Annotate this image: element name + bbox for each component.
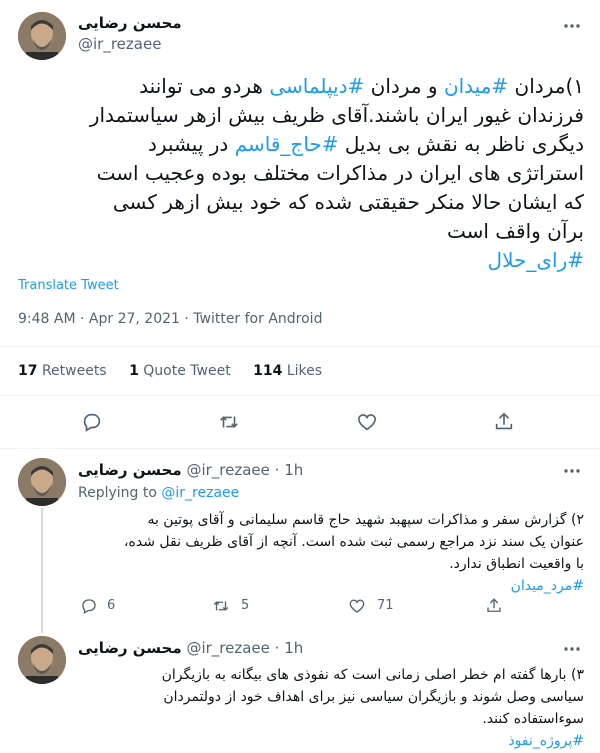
- divider: [0, 346, 600, 347]
- reply-line: سیاسی وصل شوند و بازیگران سیاسی نیز برای…: [163, 689, 584, 705]
- quote-tweets-stat[interactable]: 1 Quote Tweet: [129, 363, 231, 379]
- reply-icon[interactable]: [78, 595, 100, 617]
- reply-body: ۲) گزارش سفر و مذاکرات سپهبد شهید حاج قا…: [78, 509, 584, 597]
- share-icon[interactable]: [492, 410, 516, 434]
- tweet-stats: 17 Retweets 1 Quote Tweet 114 Likes: [18, 363, 322, 379]
- author-name[interactable]: محسن رضایی: [78, 14, 182, 32]
- divider: [0, 448, 600, 449]
- more-options-icon[interactable]: [562, 16, 582, 36]
- share-icon[interactable]: [483, 595, 505, 617]
- tweet-line-1: ۱)مردان #میدان و مردان #دیپلماسی هردو می…: [139, 74, 584, 98]
- reply-author-name[interactable]: محسن رضایی: [78, 639, 182, 657]
- reply-line: ۳) بارها گفته ام خطر اصلی زمانی است که ن…: [161, 667, 584, 683]
- reply-line: ۲) گزارش سفر و مذاکرات سپهبد شهید حاج قا…: [147, 512, 584, 528]
- thread-connector: [41, 508, 43, 633]
- reply-icon[interactable]: [80, 410, 104, 434]
- translate-tweet-link[interactable]: Translate Tweet: [18, 278, 119, 293]
- retweet-icon[interactable]: [217, 410, 241, 434]
- tweet-body: ۱)مردان #میدان و مردان #دیپلماسی هردو می…: [14, 72, 584, 275]
- hashtag-link[interactable]: #حاج_قاسم: [235, 132, 339, 156]
- author-avatar[interactable]: [18, 12, 66, 60]
- reply-avatar[interactable]: [18, 458, 66, 506]
- hashtag-link[interactable]: #رای_حلال: [14, 246, 584, 275]
- reply-author-handle[interactable]: @ir_rezaee: [186, 461, 269, 479]
- tweet-line-3: دیگری ناظر به نقش بی بدیل #حاج_قاسم در پ…: [147, 132, 584, 156]
- reply-body: ۳) بارها گفته ام خطر اصلی زمانی است که ن…: [78, 664, 584, 752]
- more-options-icon[interactable]: [562, 461, 582, 481]
- reply-author-name[interactable]: محسن رضایی: [78, 461, 182, 479]
- reply-avatar[interactable]: [18, 636, 66, 684]
- reply-line: با واقعیت انطباق ندارد.: [449, 556, 584, 572]
- retweet-icon[interactable]: [210, 595, 232, 617]
- tweet-line-2: فرزندان غیور ایران باشند.آقای ظریف بیش ا…: [89, 103, 584, 127]
- more-options-icon[interactable]: [562, 639, 582, 659]
- replying-to-handle[interactable]: @ir_rezaee: [161, 485, 239, 501]
- divider: [0, 395, 600, 396]
- tweet-timestamp[interactable]: 9:48 AM · Apr 27, 2021 · Twitter for And…: [18, 311, 322, 327]
- tweet-line-6: برآن واقف است: [447, 219, 584, 243]
- hashtag-link[interactable]: #میدان: [444, 74, 508, 98]
- reply-time[interactable]: · 1h: [275, 461, 304, 479]
- avatar-photo: [18, 12, 66, 60]
- like-icon[interactable]: [346, 595, 368, 617]
- avatar-photo: [18, 458, 66, 506]
- hashtag-link[interactable]: #پروژه_نفوذ: [78, 730, 584, 752]
- like-icon[interactable]: [355, 410, 379, 434]
- replying-to: Replying to @ir_rezaee: [78, 485, 240, 501]
- reply-count: 6: [107, 598, 116, 613]
- reply-header: محسن رضایی @ir_rezaee · 1h: [78, 639, 303, 657]
- retweet-count: 5: [241, 598, 250, 613]
- hashtag-link[interactable]: #دیپلماسی: [269, 74, 364, 98]
- author-handle[interactable]: @ir_rezaee: [78, 35, 161, 53]
- avatar-photo: [18, 636, 66, 684]
- like-count: 71: [377, 598, 394, 613]
- reply-author-handle[interactable]: @ir_rezaee: [186, 639, 269, 657]
- likes-stat[interactable]: 114 Likes: [253, 363, 322, 379]
- reply-line: عنوان یک سند نزد مراجع رسمی ثبت شده است.…: [124, 534, 584, 550]
- retweets-stat[interactable]: 17 Retweets: [18, 363, 107, 379]
- reply-header: محسن رضایی @ir_rezaee · 1h: [78, 461, 303, 479]
- tweet-line-5: که ایشان حالا منکر حقیقتی شده که خود بیش…: [112, 190, 584, 214]
- reply-line: سوءاستفاده کنند.: [482, 711, 584, 727]
- hashtag-link[interactable]: #مرد_میدان: [78, 575, 584, 597]
- reply-time[interactable]: · 1h: [275, 639, 304, 657]
- tweet-line-4: استراتژی های ایران در مذاکرات مختلف بوده…: [96, 161, 584, 185]
